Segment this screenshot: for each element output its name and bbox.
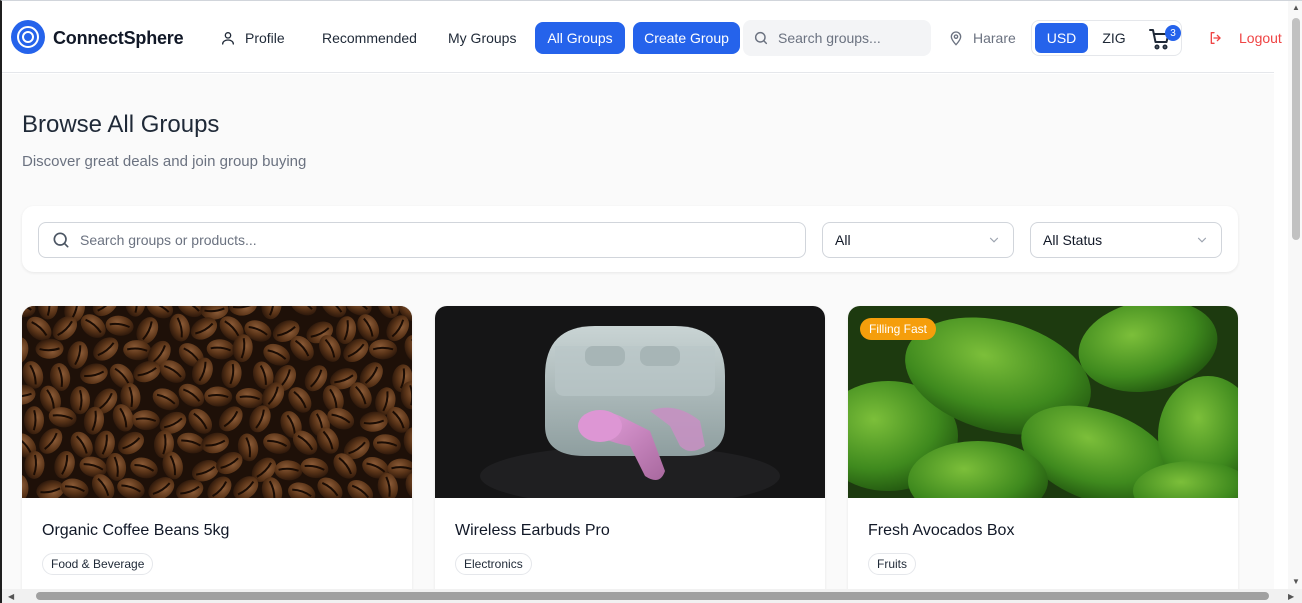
group-title[interactable]: Organic Coffee Beans 5kg [42,522,229,540]
group-card[interactable]: Wireless Earbuds Pro Electronics [435,306,825,603]
create-group-button[interactable]: Create Group [633,22,740,54]
app-window: ConnectSphere Profile Recommended My Gro… [0,0,1302,603]
main-content: Browse All Groups Discover great deals a… [2,74,1274,603]
category-tag: Fruits [868,553,916,575]
group-card[interactable]: Filling Fast Fresh Avocados Box Fruits [848,306,1238,603]
vertical-scrollbar[interactable]: ▲ ▼ [1288,1,1302,591]
scroll-up-icon[interactable]: ▲ [1292,3,1300,12]
group-title[interactable]: Wireless Earbuds Pro [455,522,610,540]
user-icon [222,32,234,45]
category-tag: Food & Beverage [42,553,154,575]
nav-profile[interactable]: Profile [220,22,285,54]
nav-all-groups-button[interactable]: All Groups [535,22,625,54]
filter-bar: Search groups or products... All All Sta… [22,206,1238,272]
logo-icon[interactable] [11,20,45,54]
search-icon [53,232,69,248]
status-select-value: All Status [1043,232,1103,248]
filling-fast-badge: Filling Fast [860,318,937,340]
page-title: Browse All Groups [22,111,220,138]
group-search-input[interactable]: Search groups or products... [38,222,806,258]
status-select[interactable]: All Status [1030,222,1222,258]
cart-count-badge: 3 [1165,25,1181,41]
horizontal-scrollbar-thumb[interactable] [36,592,1269,600]
logout-icon [1210,31,1221,44]
chevron-down-icon [989,237,999,243]
horizontal-scrollbar[interactable]: ◀ ▶ [2,589,1302,603]
logout-label: Logout [1239,30,1282,46]
header-search-placeholder: Search groups... [778,30,881,46]
category-tag: Electronics [455,553,532,575]
group-search-placeholder: Search groups or products... [80,232,257,248]
scroll-right-icon[interactable]: ▶ [1288,592,1294,601]
category-select[interactable]: All [822,222,1014,258]
location-selector[interactable]: Harare [948,22,1016,54]
location-label: Harare [973,30,1016,46]
currency-usd-button[interactable]: USD [1035,23,1088,53]
logout-button[interactable]: Logout [1208,22,1282,54]
avocados-image[interactable]: Filling Fast [848,306,1238,498]
brand-name[interactable]: ConnectSphere [53,28,184,49]
scroll-down-icon[interactable]: ▼ [1292,577,1300,586]
group-card[interactable]: Organic Coffee Beans 5kg Food & Beverage [22,306,412,603]
coffee-beans-image[interactable] [22,306,412,498]
earbuds-image[interactable] [435,306,825,498]
page-subtitle: Discover great deals and join group buyi… [22,153,307,170]
category-select-value: All [835,232,851,248]
map-pin-icon [950,31,962,46]
nav-my-groups[interactable]: My Groups [448,22,516,54]
search-icon [754,31,768,45]
scroll-left-icon[interactable]: ◀ [8,592,14,601]
top-navbar: ConnectSphere Profile Recommended My Gro… [2,1,1282,73]
currency-zig-button[interactable]: ZIG [1088,30,1140,46]
group-title[interactable]: Fresh Avocados Box [868,522,1014,540]
vertical-scrollbar-thumb[interactable] [1292,18,1300,240]
nav-recommended[interactable]: Recommended [322,22,417,54]
chevron-down-icon [1197,237,1207,243]
header-search-input[interactable]: Search groups... [743,20,931,56]
nav-profile-label: Profile [245,30,285,46]
